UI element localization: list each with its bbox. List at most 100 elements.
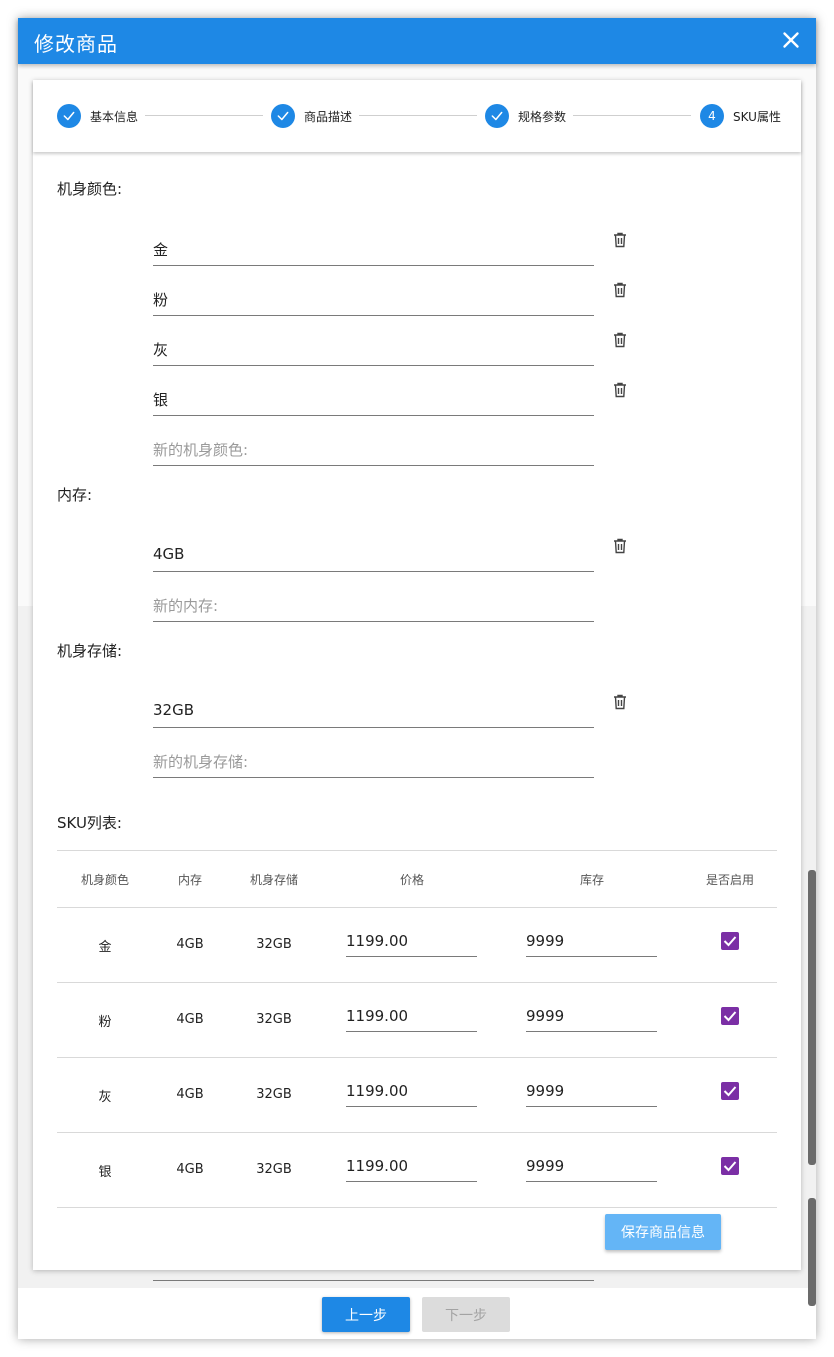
check-icon xyxy=(271,104,295,128)
table-divider xyxy=(57,1207,777,1208)
new-color-input[interactable]: 新的机身颜色: xyxy=(153,431,594,466)
dialog-footer: 上一步 下一步 xyxy=(18,1288,816,1339)
stock-value: 9999 xyxy=(526,1082,565,1100)
checkmark-icon xyxy=(723,936,737,947)
cell-memory: 4GB xyxy=(176,1012,204,1027)
sku-list-title: SKU列表: xyxy=(57,814,122,832)
table-divider xyxy=(57,850,777,851)
field-placeholder: 新的内存: xyxy=(153,597,219,615)
table-header: 库存 xyxy=(579,873,605,887)
step-label: 基本信息 xyxy=(90,109,139,124)
field-value: 银 xyxy=(153,391,169,409)
cell-storage: 32GB xyxy=(256,1162,292,1177)
memory-section-label: 内存: xyxy=(57,486,93,504)
price-value: 1199.00 xyxy=(346,1157,409,1175)
trash-icon[interactable] xyxy=(613,694,627,710)
enabled-checkbox[interactable] xyxy=(721,1007,739,1025)
trash-icon[interactable] xyxy=(613,332,627,348)
price-value: 1199.00 xyxy=(346,932,409,950)
stepper: 基本信息 商品描述 规格参数 4 SKU属性 xyxy=(33,80,801,152)
price-input[interactable]: 1199.00 xyxy=(346,930,477,957)
color-value-field[interactable]: 粉 xyxy=(153,281,594,316)
save-product-button[interactable]: 保存商品信息 xyxy=(605,1214,721,1250)
enabled-checkbox[interactable] xyxy=(721,1157,739,1175)
close-icon[interactable] xyxy=(778,27,804,53)
table-divider xyxy=(57,982,777,983)
scrollbar-thumb-outer[interactable] xyxy=(808,1198,816,1306)
color-value-field[interactable]: 灰 xyxy=(153,331,594,366)
enabled-checkbox[interactable] xyxy=(721,932,739,950)
prev-step-button[interactable]: 上一步 xyxy=(322,1297,410,1332)
field-underline-peek xyxy=(153,1280,594,1281)
enabled-checkbox[interactable] xyxy=(721,1082,739,1100)
price-value: 1199.00 xyxy=(346,1082,409,1100)
cell-memory: 4GB xyxy=(176,1087,204,1102)
table-divider xyxy=(57,1057,777,1058)
trash-icon[interactable] xyxy=(613,538,627,554)
step-connector xyxy=(359,115,477,116)
price-input[interactable]: 1199.00 xyxy=(346,1005,477,1032)
price-value: 1199.00 xyxy=(346,1007,409,1025)
step-label: 商品描述 xyxy=(304,109,353,124)
step-spec-params[interactable]: 规格参数 xyxy=(485,104,566,128)
step-label: 规格参数 xyxy=(518,109,567,124)
cell-storage: 32GB xyxy=(256,1012,292,1027)
step-number: 4 xyxy=(700,104,724,128)
field-value: 4GB xyxy=(153,545,185,563)
trash-icon[interactable] xyxy=(613,282,627,298)
trash-icon[interactable] xyxy=(613,232,627,248)
table-header: 价格 xyxy=(399,873,425,887)
storage-section-label: 机身存储: xyxy=(57,642,123,660)
table-divider xyxy=(57,907,777,908)
check-icon xyxy=(485,104,509,128)
stock-input[interactable]: 9999 xyxy=(526,1005,657,1032)
new-memory-input[interactable]: 新的内存: xyxy=(153,587,594,622)
checkmark-icon xyxy=(723,1161,737,1172)
table-header: 内存 xyxy=(177,873,203,887)
field-value: 粉 xyxy=(153,291,169,309)
field-placeholder: 新的机身颜色: xyxy=(153,441,249,459)
field-value: 金 xyxy=(153,241,169,259)
dialog-titlebar: 修改商品 xyxy=(18,18,816,64)
stock-value: 9999 xyxy=(526,932,565,950)
field-value: 32GB xyxy=(153,701,195,719)
scrollbar-thumb[interactable] xyxy=(808,870,816,1165)
cell-storage: 32GB xyxy=(256,937,292,952)
cell-color: 银 xyxy=(98,1165,112,1180)
stock-value: 9999 xyxy=(526,1007,565,1025)
dialog-title: 修改商品 xyxy=(34,32,118,56)
cell-color: 灰 xyxy=(98,1090,112,1105)
field-value: 灰 xyxy=(153,341,169,359)
next-step-button: 下一步 xyxy=(422,1297,510,1332)
table-header: 是否启用 xyxy=(705,873,755,887)
content-card: 基本信息 商品描述 规格参数 4 SKU属性 机身颜色: 金 粉 灰 银 新的机… xyxy=(33,80,801,1270)
stock-input[interactable]: 9999 xyxy=(526,930,657,957)
checkmark-icon xyxy=(723,1086,737,1097)
memory-value-field[interactable]: 4GB xyxy=(153,537,594,572)
stock-input[interactable]: 9999 xyxy=(526,1080,657,1107)
trash-icon[interactable] xyxy=(613,382,627,398)
check-icon xyxy=(57,104,81,128)
stock-input[interactable]: 9999 xyxy=(526,1155,657,1182)
step-description[interactable]: 商品描述 xyxy=(271,104,352,128)
storage-value-field[interactable]: 32GB xyxy=(153,693,594,728)
color-value-field[interactable]: 银 xyxy=(153,381,594,416)
step-connector xyxy=(573,115,691,116)
cell-color: 粉 xyxy=(98,1015,112,1030)
step-sku[interactable]: 4 SKU属性 xyxy=(700,104,781,128)
cell-memory: 4GB xyxy=(176,1162,204,1177)
new-storage-input[interactable]: 新的机身存储: xyxy=(153,743,594,778)
cell-storage: 32GB xyxy=(256,1087,292,1102)
price-input[interactable]: 1199.00 xyxy=(346,1155,477,1182)
step-basic-info[interactable]: 基本信息 xyxy=(57,104,138,128)
step-connector xyxy=(145,115,263,116)
color-value-field[interactable]: 金 xyxy=(153,231,594,266)
table-divider xyxy=(57,1132,777,1133)
cell-color: 金 xyxy=(98,940,112,955)
price-input[interactable]: 1199.00 xyxy=(346,1080,477,1107)
cell-memory: 4GB xyxy=(176,937,204,952)
table-header: 机身存储 xyxy=(249,873,299,887)
field-placeholder: 新的机身存储: xyxy=(153,753,249,771)
table-header: 机身颜色 xyxy=(80,873,130,887)
checkmark-icon xyxy=(723,1011,737,1022)
